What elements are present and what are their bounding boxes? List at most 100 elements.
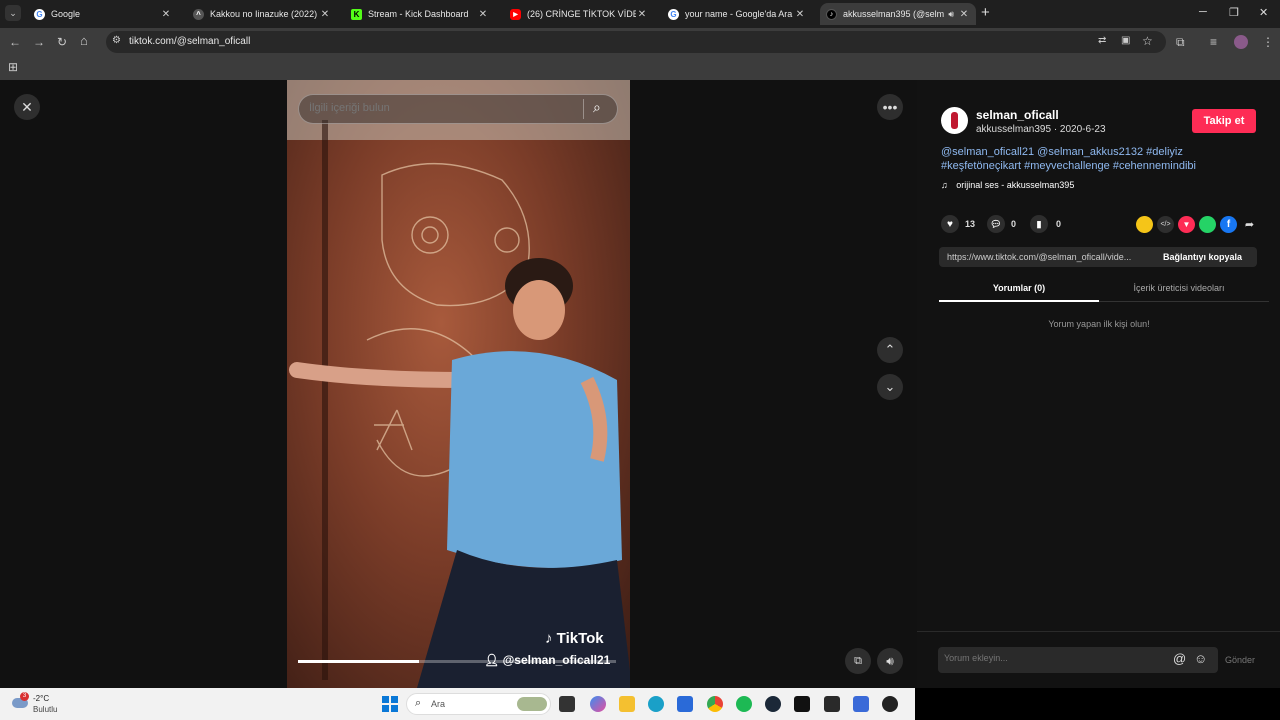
video-search-box[interactable]: ⌕: [298, 94, 618, 124]
tiktok-app-icon[interactable]: [794, 696, 810, 712]
floating-player-button[interactable]: ⧉: [845, 648, 871, 674]
weather-temp: -2°C: [33, 694, 50, 703]
close-viewer-button[interactable]: ✕: [14, 94, 40, 120]
store-icon[interactable]: [677, 696, 693, 712]
video-pane: ✕ İlgili içeriği bulun ⌕ ♪ TikTok 👤︎ @se…: [0, 80, 917, 688]
close-icon[interactable]: ✕: [477, 9, 489, 20]
home-icon[interactable]: ⌂: [80, 33, 88, 48]
site-info-icon[interactable]: ⚙: [112, 35, 121, 46]
menu-icon[interactable]: ⋮: [1262, 35, 1274, 49]
minimize-button[interactable]: ─: [1199, 6, 1207, 18]
empty-comments-message: Yorum yapan ilk kişi olun!: [1048, 319, 1150, 329]
video-player[interactable]: ⌕ ♪ TikTok 👤︎ @selman_oficall21: [287, 80, 630, 688]
back-icon[interactable]: ←: [9, 35, 21, 49]
edge-icon[interactable]: [648, 696, 664, 712]
previous-video-button[interactable]: ⌃: [877, 337, 903, 363]
profile-avatar[interactable]: [1234, 35, 1248, 49]
heart-icon: ♥: [941, 215, 959, 233]
address-bar[interactable]: ⚙ tiktok.com/@selman_oficall ⇄ ▣ ☆: [106, 31, 1166, 53]
browser-tab[interactable]: ▶ (26) CRİNGE TİKTOK VİDEOLARI ✕: [504, 3, 654, 25]
author-display-name[interactable]: selman_oficall: [976, 108, 1059, 122]
start-button[interactable]: [382, 696, 398, 712]
emoji-icon[interactable]: ☺: [1194, 651, 1207, 666]
bookmark-bar: ⊞: [0, 56, 1280, 80]
send-to-friends-icon[interactable]: ▼: [1178, 216, 1195, 233]
window-close-button[interactable]: ✕: [1259, 6, 1268, 19]
tab-creator-videos[interactable]: İçerik üreticisi videoları: [1099, 283, 1259, 293]
install-icon[interactable]: ▣: [1121, 35, 1130, 46]
file-explorer-icon[interactable]: [619, 696, 635, 712]
chrome-icon[interactable]: [707, 696, 723, 712]
progress-bar[interactable]: [298, 660, 616, 663]
google-icon: G: [34, 8, 45, 20]
speaker-icon[interactable]: 🔊︎: [948, 9, 954, 20]
steam-icon[interactable]: [765, 696, 781, 712]
browser-tab[interactable]: ^ Kakkou no Iinazuke (2022) - An ✕: [187, 3, 337, 25]
whatsapp-icon[interactable]: [1199, 216, 1216, 233]
taskbar-search[interactable]: ⌕ Ara: [406, 693, 551, 715]
video-search-input[interactable]: [309, 102, 569, 114]
search-icon: ⌕: [415, 697, 422, 709]
epic-games-icon[interactable]: [824, 696, 840, 712]
tab-search-button[interactable]: ⌄: [5, 5, 21, 21]
bookmark-star-icon[interactable]: ☆: [1142, 34, 1153, 48]
address-toolbar: ← → ↻ ⌂ ⚙ tiktok.com/@selman_oficall ⇄ ▣…: [0, 28, 1280, 56]
close-icon[interactable]: ✕: [958, 9, 970, 20]
send-comment-button[interactable]: Gönder: [1225, 655, 1255, 665]
like-button[interactable]: ♥ 13: [941, 215, 975, 233]
watermark-brand: TikTok: [556, 630, 604, 647]
app-icon[interactable]: [853, 696, 869, 712]
comment-button[interactable]: 💬︎ 0: [987, 215, 1016, 233]
extensions-icon[interactable]: ⧉: [1176, 35, 1185, 50]
post-caption: @selman_oficall21 @selman_akkus2132 #del…: [941, 146, 1196, 172]
close-icon[interactable]: ✕: [794, 9, 806, 20]
copilot-icon[interactable]: [590, 696, 606, 712]
forward-icon[interactable]: →: [33, 35, 45, 49]
search-icon[interactable]: ⌕: [593, 99, 601, 116]
apps-grid-icon[interactable]: ⊞: [8, 60, 18, 74]
volume-button[interactable]: 🔊︎: [877, 648, 903, 674]
close-icon[interactable]: ✕: [319, 9, 331, 20]
share-arrow-icon[interactable]: ➦: [1241, 216, 1258, 233]
tab-bar: ⌄ G Google ✕ ^ Kakkou no Iinazuke (2022)…: [0, 0, 1280, 28]
divider: [583, 99, 584, 119]
weather-desc: Bulutlu: [33, 705, 58, 714]
search-label: Ara: [431, 699, 446, 709]
copy-link-button[interactable]: Bağlantıyı kopyala: [1163, 252, 1242, 262]
browser-tab-active[interactable]: ♪ akkusselman395 (@selma 🔊︎ ✕: [820, 3, 976, 25]
mention-icon[interactable]: @: [1173, 651, 1186, 666]
new-tab-button[interactable]: +: [981, 4, 990, 21]
facebook-icon[interactable]: f: [1220, 216, 1237, 233]
comment-input-box[interactable]: @ ☺: [938, 647, 1218, 673]
task-view-icon[interactable]: [559, 696, 575, 712]
browser-tab[interactable]: G your name - Google'da Ara ✕: [662, 3, 812, 25]
system-tray-area: [915, 688, 1280, 720]
kick-icon: K: [351, 8, 362, 20]
next-video-button[interactable]: ⌄: [877, 374, 903, 400]
author-meta: akkusselman395 · 2020-6-23: [976, 124, 1106, 135]
translate-icon[interactable]: ⇄: [1098, 35, 1106, 46]
browser-tab[interactable]: G Google ✕: [28, 3, 178, 25]
browser-tab[interactable]: K Stream - Kick Dashboard ✕: [345, 3, 495, 25]
comment-input[interactable]: [944, 653, 1164, 663]
notification-badge: 3: [20, 692, 29, 701]
reload-icon[interactable]: ↻: [57, 35, 67, 49]
spotify-icon[interactable]: [736, 696, 752, 712]
weather-widget[interactable]: 3 -2°C Bulutlu: [10, 692, 80, 716]
save-button[interactable]: ▮ 0: [1030, 215, 1061, 233]
tiktok-page: ✕ İlgili içeriği bulun ⌕ ♪ TikTok 👤︎ @se…: [0, 80, 1280, 688]
tab-active-underline: [939, 300, 1099, 302]
more-options-button[interactable]: •••: [877, 94, 903, 120]
sound-row[interactable]: ♫ orijinal ses - akkusselman395: [941, 180, 1074, 190]
obs-icon[interactable]: [882, 696, 898, 712]
close-icon[interactable]: ✕: [160, 9, 172, 20]
close-icon[interactable]: ✕: [636, 9, 648, 20]
follow-button[interactable]: Takip et: [1192, 109, 1256, 133]
author-avatar[interactable]: [941, 107, 968, 134]
restore-button[interactable]: ❐: [1229, 6, 1239, 19]
embed-icon[interactable]: </>: [1157, 216, 1174, 233]
tab-comments[interactable]: Yorumlar (0): [939, 283, 1099, 293]
site-icon: ^: [193, 8, 204, 20]
coin-icon[interactable]: [1136, 216, 1153, 233]
media-icon[interactable]: ≡: [1210, 35, 1217, 49]
